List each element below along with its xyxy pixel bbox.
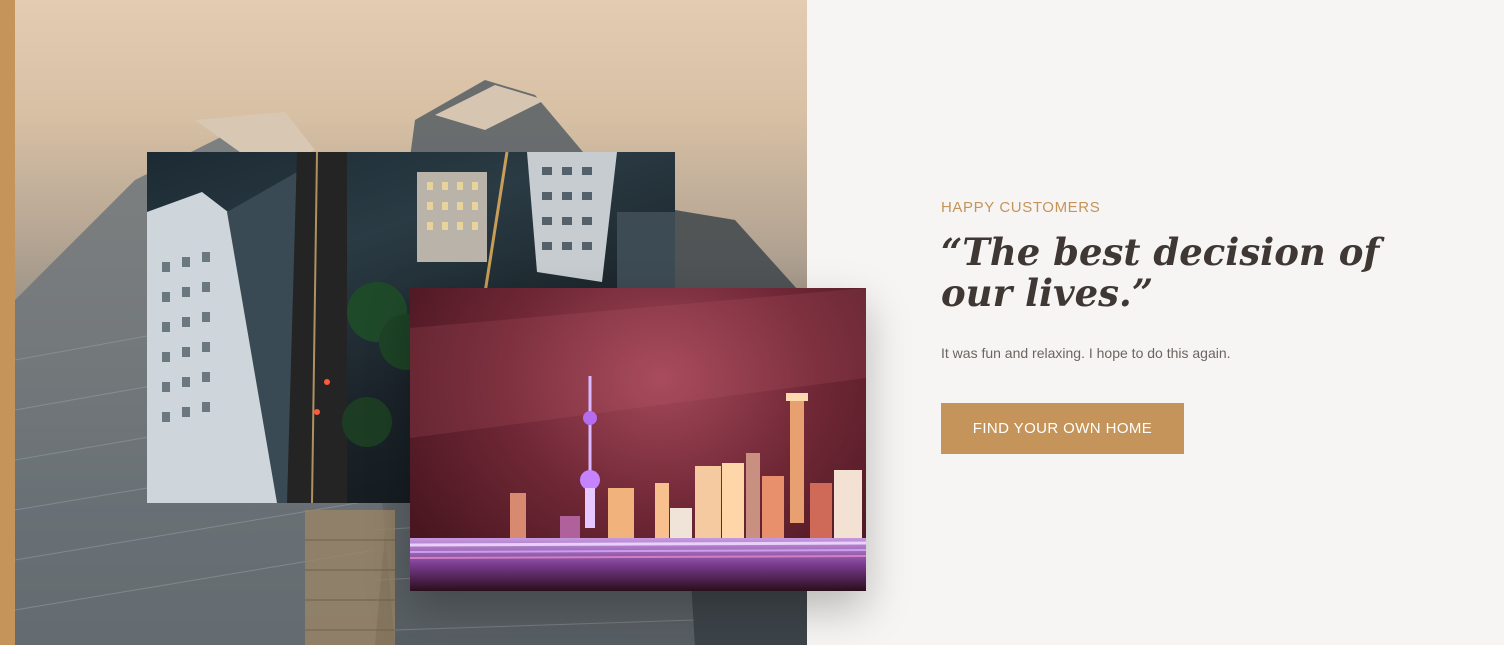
section-eyebrow: HAPPY CUSTOMERS: [941, 199, 1101, 216]
neon-skyline-image: [410, 288, 866, 591]
find-your-own-home-button[interactable]: FIND YOUR OWN HOME: [941, 403, 1184, 454]
accent-bar: [0, 0, 15, 645]
testimonial-quote: “The best decision of our lives.”: [941, 230, 1380, 315]
testimonial-text: It was fun and relaxing. I hope to do th…: [941, 345, 1231, 361]
testimonial-section: HAPPY CUSTOMERS “The best decision of ou…: [0, 0, 1504, 645]
